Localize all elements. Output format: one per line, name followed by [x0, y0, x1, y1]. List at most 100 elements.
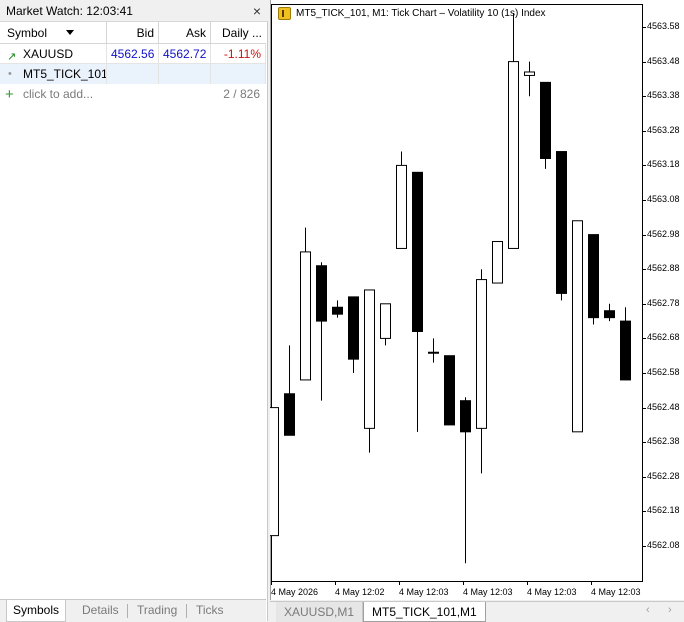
- bull-candle-body: [508, 61, 519, 249]
- bear-candle-body: [460, 400, 471, 433]
- price-axis-label: 4563.38: [647, 90, 680, 101]
- bull-candle-body: [492, 241, 503, 284]
- time-axis-label: 4 May 12:03: [463, 587, 513, 597]
- chart-symbol-icon[interactable]: [278, 7, 291, 20]
- price-axis-tick: [643, 546, 646, 547]
- price-axis-tick: [643, 200, 646, 201]
- symbol-row[interactable]: ↗ XAUUSD 4562.56 4562.72 -1.11%: [0, 44, 266, 64]
- price-axis-tick: [643, 269, 646, 271]
- bull-candle-body: [300, 251, 311, 381]
- tab-ticks[interactable]: Ticks: [196, 600, 224, 622]
- column-header-symbol[interactable]: Symbol: [0, 22, 107, 44]
- price-axis-tick: [643, 130, 646, 132]
- symbol-cell: ↗ XAUUSD: [0, 44, 107, 64]
- dot-icon: •: [8, 68, 12, 80]
- bear-candle-body: [284, 393, 295, 436]
- tab-xauusd-m1[interactable]: XAUUSD,M1: [276, 602, 364, 622]
- bear-candle-body: [604, 310, 615, 319]
- price-axis-tick: [643, 165, 646, 167]
- time-axis-tick: [527, 582, 528, 585]
- candle: [332, 300, 343, 318]
- candle: [316, 262, 327, 401]
- price-axis-label: 4563.48: [647, 55, 680, 66]
- candle: [348, 296, 359, 373]
- bear-candle-body: [588, 234, 599, 319]
- candle: [540, 81, 551, 169]
- symbol-name: XAUUSD: [23, 47, 74, 61]
- price-axis-label: 4562.38: [647, 436, 680, 447]
- tab-details[interactable]: Details: [82, 600, 119, 622]
- symbol-row[interactable]: • MT5_TICK_101: [0, 64, 266, 84]
- market-watch-header: Symbol Bid Ask Daily ...: [0, 22, 266, 44]
- bull-candle-body: [396, 164, 407, 249]
- time-axis-tick: [271, 582, 272, 585]
- daily-change-value: [211, 64, 266, 84]
- add-symbol-row[interactable]: + click to add... 2 / 826: [0, 84, 266, 105]
- column-header-ask[interactable]: Ask: [159, 22, 211, 44]
- candle: [492, 241, 503, 284]
- price-axis-label: 4562.08: [647, 540, 680, 550]
- price-axis-tick: [643, 476, 646, 478]
- tab-symbols[interactable]: Symbols: [6, 600, 67, 622]
- candle: [396, 151, 407, 249]
- price-axis-label: 4562.18: [647, 505, 680, 516]
- ask-value: 4562.72: [159, 44, 211, 64]
- candle: [588, 234, 599, 325]
- price-axis-tick: [643, 373, 646, 374]
- bid-value: 4562.56: [107, 44, 159, 64]
- price-axis-label: 4563.08: [647, 194, 680, 204]
- add-symbol-label: click to add...: [23, 87, 94, 101]
- tab-mt5-tick-101-m1[interactable]: MT5_TICK_101,M1: [363, 602, 486, 622]
- candle: [444, 355, 455, 426]
- candle: [428, 338, 439, 363]
- candle: [508, 13, 519, 249]
- chart-tabs: XAUUSD,M1 MT5_TICK_101,M1 ‹ ›: [270, 601, 684, 622]
- time-axis-label: 4 May 12:03: [399, 587, 449, 597]
- column-header-daily[interactable]: Daily ...: [211, 22, 266, 44]
- column-header-bid[interactable]: Bid: [107, 22, 159, 44]
- bear-candle-body: [556, 151, 567, 294]
- candle: [380, 303, 391, 346]
- price-axis-tick: [643, 27, 646, 28]
- price-axis-label: 4562.48: [647, 401, 680, 412]
- bull-candle-body: [572, 220, 583, 433]
- bear-candle-body: [332, 306, 343, 315]
- candlestick-chart: [270, 13, 631, 564]
- bear-candle-body: [444, 355, 455, 426]
- time-axis-tick: [335, 582, 336, 585]
- price-axis-tick: [643, 338, 646, 340]
- candle: [412, 171, 423, 432]
- candle: [460, 397, 471, 564]
- symbol-count: 2 / 826: [223, 87, 260, 101]
- price-axis-label: 4563.58: [647, 21, 680, 31]
- scroll-right-icon[interactable]: ›: [668, 604, 672, 616]
- time-axis-tick: [463, 582, 464, 585]
- candle: [556, 151, 567, 301]
- scroll-left-icon[interactable]: ‹: [646, 604, 650, 616]
- candle: [364, 289, 375, 453]
- bear-candle-body: [316, 265, 327, 322]
- price-axis-tick: [643, 61, 646, 63]
- bear-candle-body: [348, 296, 359, 360]
- price-axis-label: 4562.88: [647, 263, 680, 274]
- bull-candle-body: [524, 71, 535, 76]
- tab-separator: [186, 604, 187, 618]
- price-axis-tick: [643, 303, 646, 305]
- price-axis-tick: [643, 511, 646, 513]
- sort-down-icon[interactable]: [66, 30, 74, 35]
- market-watch-panel: Market Watch: 12:03:41 × Symbol Bid Ask …: [0, 0, 268, 622]
- price-axis-label: 4562.78: [647, 297, 680, 308]
- candle: [300, 227, 311, 381]
- bull-candle-body: [476, 279, 487, 429]
- price-axis-tick: [643, 96, 646, 98]
- time-axis-tick: [591, 582, 592, 585]
- tab-trading[interactable]: Trading: [137, 600, 177, 622]
- bear-candle-body: [620, 320, 631, 381]
- close-icon[interactable]: ×: [253, 0, 261, 22]
- time-axis-label: 4 May 12:03: [527, 587, 577, 597]
- price-axis-label: 4562.98: [647, 228, 680, 239]
- price-axis-label: 4563.18: [647, 159, 680, 170]
- candle: [604, 303, 615, 322]
- market-watch-tabs: Symbols Details Trading Ticks: [0, 599, 266, 622]
- time-axis-label: 4 May 12:03: [591, 587, 641, 597]
